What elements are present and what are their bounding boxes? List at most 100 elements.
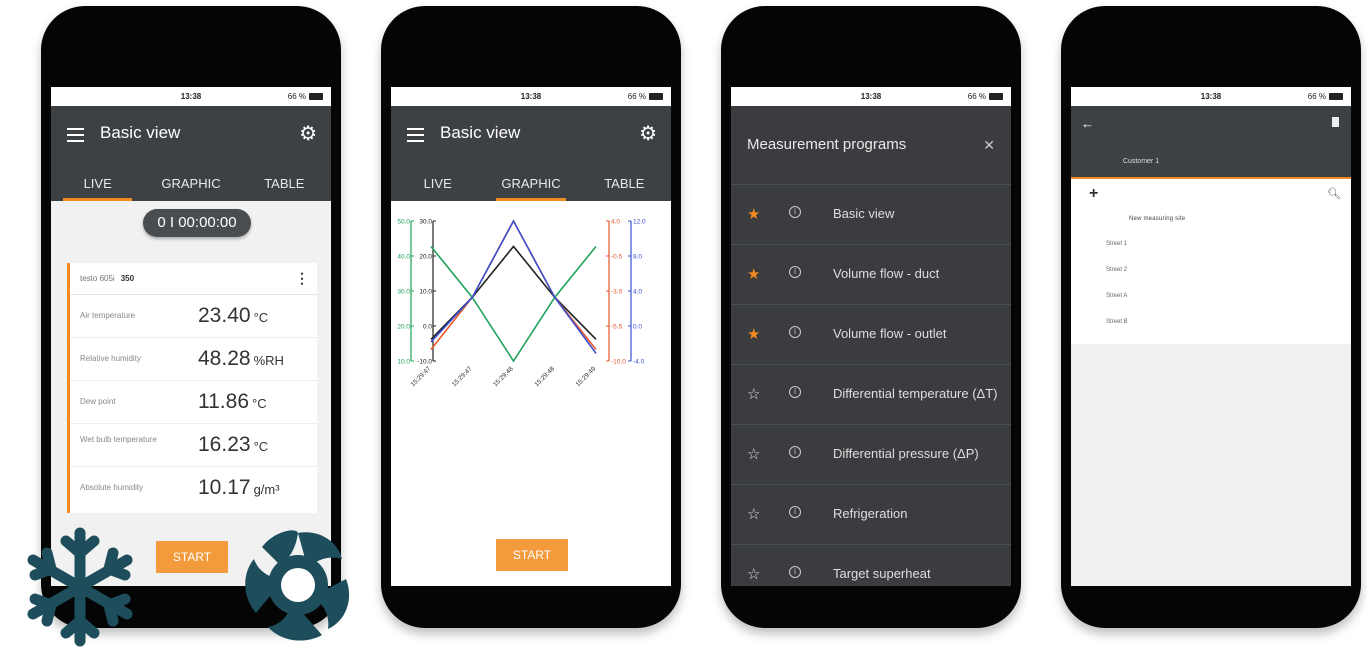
- unit: %RH: [253, 353, 284, 368]
- star-filled-icon[interactable]: ★: [747, 325, 760, 343]
- battery-indicator: 66 %: [1308, 92, 1343, 101]
- program-item[interactable]: ★ i Volume flow - duct: [731, 244, 1011, 304]
- timer-display: 0 I 00:00:00: [143, 209, 251, 237]
- gear-icon[interactable]: ⚙: [299, 124, 317, 144]
- info-icon[interactable]: i: [789, 386, 801, 398]
- info-icon[interactable]: i: [789, 506, 801, 518]
- program-item[interactable]: ☆ i Refrigeration: [731, 484, 1011, 544]
- series-line: [430, 219, 597, 354]
- program-item[interactable]: ☆ i Differential temperature (ΔT): [731, 364, 1011, 424]
- customer-content: + 🔍︎ New measuring site Street 1 Street …: [1071, 179, 1351, 586]
- probe-serial: 350: [120, 274, 135, 283]
- unit: g/m³: [253, 482, 280, 497]
- battery-indicator: 66 %: [628, 92, 663, 101]
- star-outline-icon[interactable]: ☆: [747, 385, 760, 403]
- screen: 13:38 66 % Basic view ⚙ LIVE GRAPHIC TAB…: [51, 87, 331, 586]
- battery-icon: [649, 93, 663, 101]
- program-item[interactable]: ☆ i Target superheat: [731, 544, 1011, 586]
- star-outline-icon[interactable]: ☆: [747, 565, 760, 583]
- site-item[interactable]: Street B: [1106, 319, 1128, 325]
- reading-label: Air temperature: [80, 311, 136, 320]
- tab-graphic[interactable]: GRAPHIC: [484, 176, 577, 201]
- hamburger-menu-icon[interactable]: [67, 128, 84, 142]
- probe-card: testo 605i 350 ⋮ Air temperature 23.40 °C …: [67, 263, 317, 513]
- reading-label: Dew point: [80, 397, 116, 406]
- close-icon[interactable]: ✕: [983, 137, 995, 154]
- tab-table[interactable]: TABLE: [238, 176, 331, 201]
- program-item[interactable]: ★ i Basic view: [731, 184, 1011, 244]
- program-label: Differential temperature (ΔT): [833, 386, 998, 401]
- panel-title: Measurement programs: [747, 136, 907, 153]
- tick-label: -4.0: [633, 359, 645, 366]
- unit: °C: [253, 310, 269, 325]
- info-icon[interactable]: i: [789, 206, 801, 218]
- battery-text: 66 %: [627, 92, 646, 101]
- tab-table[interactable]: TABLE: [578, 176, 671, 201]
- battery-text: 66 %: [1307, 92, 1326, 101]
- star-filled-icon[interactable]: ★: [747, 205, 760, 223]
- reading-label: Relative humidity: [80, 354, 141, 363]
- tick-label: 30.0: [397, 289, 410, 296]
- reading-row: Air temperature 23.40 °C: [70, 295, 317, 338]
- new-site-button[interactable]: New measuring site: [1129, 216, 1185, 222]
- more-vertical-icon[interactable]: ⋮: [295, 270, 309, 287]
- tab-live[interactable]: LIVE: [391, 176, 484, 201]
- screen: 13:38 66 % Measurement programs ✕ ★ i Ba…: [731, 87, 1011, 586]
- status-bar: 13:38 66 %: [1071, 87, 1351, 106]
- search-icon[interactable]: 🔍︎: [1327, 187, 1341, 200]
- program-item[interactable]: ☆ i Differential pressure (ΔP): [731, 424, 1011, 484]
- x-tick-label: 15:29:48: [492, 365, 515, 388]
- program-label: Target superheat: [833, 566, 931, 581]
- tick-label: -3.0: [611, 289, 623, 296]
- screen: 13:38 66 % Basic view ⚙ LIVE GRAPHIC TAB…: [391, 87, 671, 586]
- x-tick-label: 15:29:48: [533, 365, 556, 388]
- tick-label: 4.0: [611, 219, 620, 226]
- gear-icon[interactable]: ⚙: [639, 124, 657, 144]
- info-icon[interactable]: i: [789, 326, 801, 338]
- plus-icon[interactable]: +: [1089, 185, 1098, 203]
- program-item[interactable]: ★ i Volume flow - outlet: [731, 304, 1011, 364]
- series-line: [430, 245, 597, 363]
- trash-icon[interactable]: [1332, 117, 1339, 127]
- tab-graphic[interactable]: GRAPHIC: [144, 176, 237, 201]
- probe-header: testo 605i 350 ⋮: [70, 263, 317, 295]
- battery-text: 66 %: [967, 92, 986, 101]
- value: 10.17: [198, 476, 251, 499]
- battery-icon: [1329, 93, 1343, 101]
- reading-label: Wet bulb temperature: [80, 435, 157, 444]
- star-outline-icon[interactable]: ☆: [747, 505, 760, 523]
- site-item[interactable]: Street A: [1106, 293, 1127, 299]
- info-icon[interactable]: i: [789, 566, 801, 578]
- star-filled-icon[interactable]: ★: [747, 265, 760, 283]
- tick-label: 4.0: [633, 289, 642, 296]
- unit: °C: [252, 396, 267, 411]
- snowflake-icon: [27, 527, 133, 647]
- site-item[interactable]: Street 1: [1106, 241, 1127, 247]
- program-label: Volume flow - outlet: [833, 326, 947, 341]
- screen: 13:38 66 % ← Customer 1 + 🔍︎ New measuri…: [1071, 87, 1351, 586]
- hamburger-menu-icon[interactable]: [407, 128, 424, 142]
- back-arrow-icon[interactable]: ←: [1081, 116, 1094, 131]
- tick-label: 10.0: [397, 359, 410, 366]
- tick-label: 10.0: [419, 289, 432, 296]
- value: 48.28: [198, 347, 251, 370]
- reading-value: 11.86 °C: [198, 390, 267, 414]
- battery-indicator: 66 %: [968, 92, 1003, 101]
- tab-customer[interactable]: Customer 1: [1071, 156, 1211, 179]
- star-outline-icon[interactable]: ☆: [747, 445, 760, 463]
- start-button[interactable]: START: [156, 541, 228, 573]
- start-button[interactable]: START: [496, 539, 568, 571]
- site-item[interactable]: Street 2: [1106, 267, 1127, 273]
- tab-live[interactable]: LIVE: [51, 176, 144, 201]
- site-list: + 🔍︎ New measuring site Street 1 Street …: [1071, 179, 1351, 344]
- tick-label: 30.0: [419, 219, 432, 226]
- tick-label: 50.0: [397, 219, 410, 226]
- programs-header: Measurement programs ✕: [731, 106, 1011, 184]
- probe-name: testo 605i: [80, 274, 115, 283]
- info-icon[interactable]: i: [789, 446, 801, 458]
- series-line: [430, 245, 597, 340]
- tick-label: 8.0: [633, 254, 642, 261]
- battery-indicator: 66 %: [288, 92, 323, 101]
- info-icon[interactable]: i: [789, 266, 801, 278]
- value: 23.40: [198, 304, 251, 327]
